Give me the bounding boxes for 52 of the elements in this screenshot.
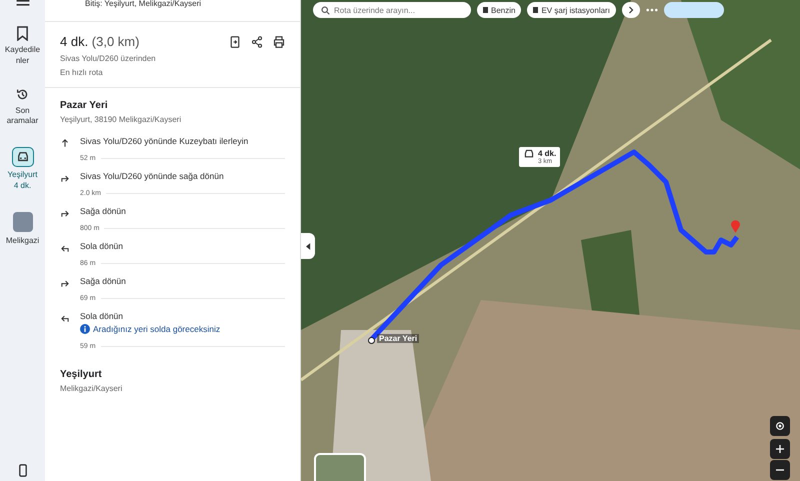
category-chip[interactable]: EV şarj istasyonları	[527, 2, 616, 18]
zoom-in-button[interactable]	[770, 439, 790, 459]
straight-arrow-icon	[60, 138, 70, 148]
end-name: Yeşilyurt	[60, 369, 103, 380]
category-chip[interactable]: Benzin	[477, 2, 522, 18]
place-thumbnail[interactable]	[12, 212, 32, 232]
chevron-right-icon	[628, 6, 634, 14]
step-instruction[interactable]: Sağa dönün	[80, 276, 285, 286]
step-instruction[interactable]: Sivas Yolu/D260 yönünde Kuzeybatı ilerleyin	[80, 136, 285, 146]
step-instruction[interactable]: Sola dönün	[80, 311, 285, 321]
turn-right-icon	[60, 208, 70, 218]
step-info-text: Aradığınız yeri solda göreceksiniz	[93, 324, 220, 334]
route-via: Sivas Yolu/D260 üzerinden	[60, 54, 157, 63]
turn-right-icon	[60, 173, 70, 183]
route-search-field[interactable]: Rota üzerinde arayın...	[313, 2, 471, 18]
menu-icon[interactable]	[14, 0, 30, 8]
turn-right-icon	[60, 278, 70, 288]
turn-left-icon	[60, 243, 70, 253]
rail-label[interactable]: Kaydedilenler	[4, 45, 42, 67]
send-to-phone-icon[interactable]	[229, 36, 241, 48]
destination-pin-icon	[731, 220, 740, 233]
history-icon[interactable]	[16, 86, 29, 102]
print-icon[interactable]	[273, 36, 285, 48]
caret-left-icon	[306, 242, 310, 250]
start-name: Pazar Yeri	[60, 100, 109, 111]
bookmark-icon[interactable]	[16, 26, 29, 41]
start-address: Yeşilyurt, 38190 Melikgazi/Kayseri	[60, 115, 182, 124]
collapse-panel-button[interactable]	[301, 233, 315, 259]
step-instruction[interactable]: Sola dönün	[80, 241, 285, 251]
turn-left-icon	[60, 313, 70, 323]
target-icon	[775, 421, 785, 431]
rail-label[interactable]: Melikgazi	[4, 236, 42, 247]
info-icon	[80, 324, 90, 334]
my-location-button[interactable]	[770, 416, 790, 436]
plus-icon	[776, 445, 784, 453]
car-icon	[523, 149, 535, 159]
destination-text: Bitiş: Yeşilyurt, Melikgazi/Kayseri	[85, 0, 202, 8]
more-icon[interactable]	[646, 8, 658, 12]
car-icon[interactable]	[12, 147, 34, 168]
sign-in-button[interactable]	[664, 2, 724, 18]
start-map-label: Pazar Yeri	[377, 334, 420, 343]
end-address: Melikgazi/Kayseri	[60, 384, 124, 393]
route-duration: 4 dk. (3,0 km)	[60, 34, 140, 49]
step-instruction[interactable]: Sağa dönün	[80, 206, 285, 216]
route-note: En hızlı rota	[60, 68, 104, 77]
share-icon[interactable]	[251, 36, 263, 48]
zoom-out-button[interactable]	[770, 460, 790, 480]
phone-icon[interactable]	[18, 464, 26, 477]
satellite-map-photo[interactable]	[301, 0, 800, 481]
rail-label[interactable]: Son aramalar	[4, 106, 42, 128]
step-instruction[interactable]: Sivas Yolu/D260 yönünde sağa dönün	[80, 171, 285, 181]
rail-label[interactable]: Yeşilyurt 4 dk.	[4, 170, 42, 192]
